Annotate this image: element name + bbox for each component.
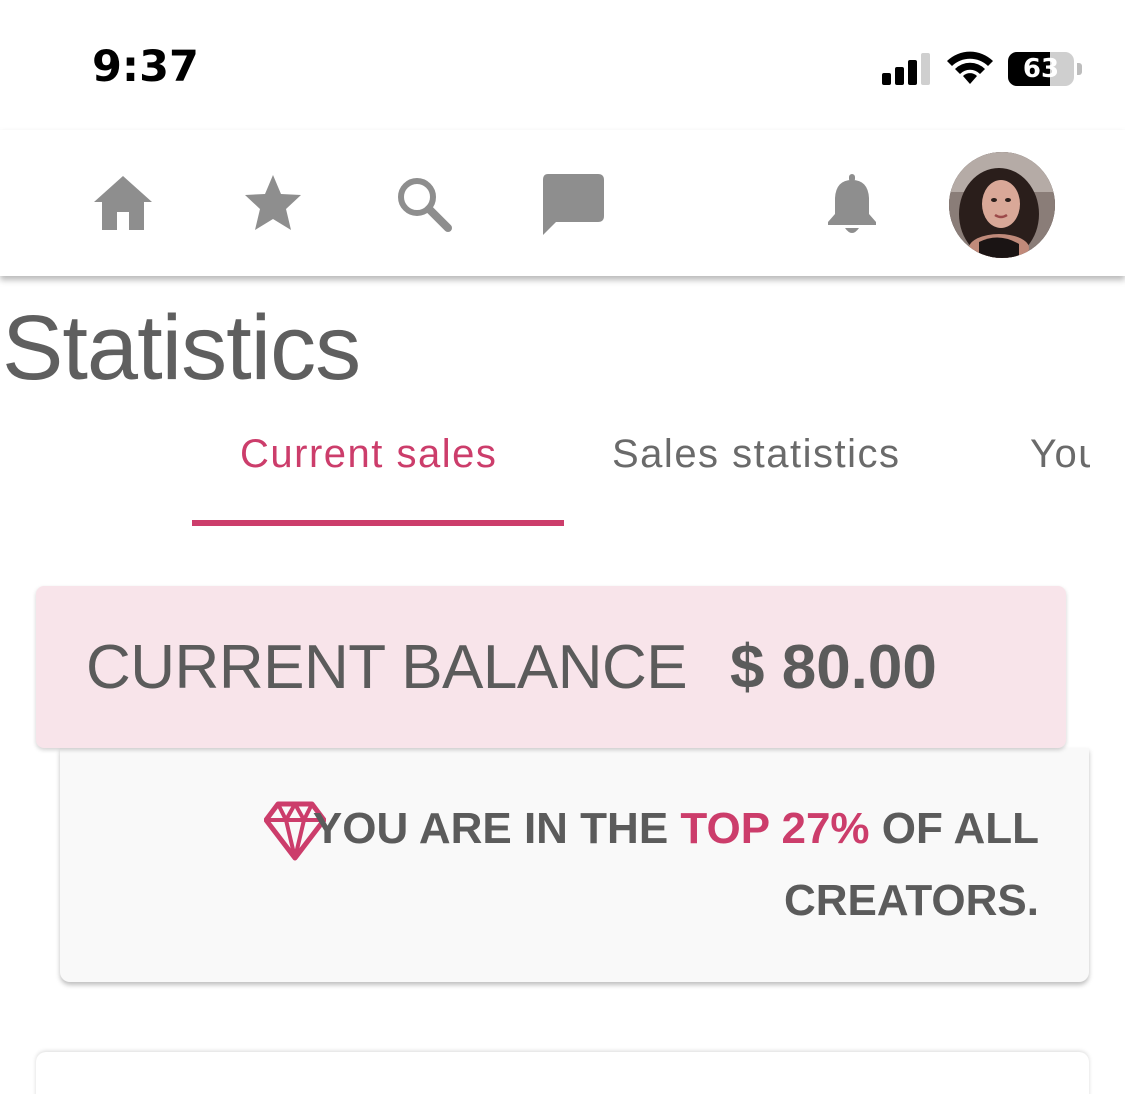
creator-rank-card: YOU ARE IN THE TOP 27% OF ALL CREATORS. <box>60 748 1089 982</box>
tab-bar: Current sales Sales statistics You <box>0 410 1090 530</box>
star-icon[interactable] <box>242 172 304 234</box>
home-icon[interactable] <box>92 174 154 232</box>
rank-percentile: TOP 27% <box>680 804 870 853</box>
rank-message-line2: CREATORS. <box>783 876 1039 925</box>
rank-suffix: OF ALL <box>869 804 1039 853</box>
tab-you[interactable]: You <box>1030 432 1090 477</box>
wifi-icon <box>947 51 993 84</box>
bell-icon[interactable] <box>826 174 878 236</box>
avatar-image <box>949 152 1055 258</box>
top-navigation-bar <box>0 130 1125 276</box>
battery-level: 63 <box>1022 54 1060 84</box>
status-time: 9:37 <box>92 42 199 92</box>
rank-message-line1: YOU ARE IN THE TOP 27% OF ALL <box>313 804 1039 854</box>
balance-amount: $ 80.00 <box>730 633 937 702</box>
page-title: Statistics <box>2 297 361 399</box>
tab-sales-statistics[interactable]: Sales statistics <box>612 432 901 477</box>
search-icon[interactable] <box>394 174 452 232</box>
tab-current-sales[interactable]: Current sales <box>240 432 497 477</box>
battery-icon: 63 <box>1008 52 1086 86</box>
chat-icon[interactable] <box>540 172 606 238</box>
balance-label: CURRENT BALANCE <box>86 633 688 702</box>
next-card <box>36 1052 1089 1094</box>
status-bar: 9:37 63 <box>0 0 1125 130</box>
statistics-screen: 9:37 63 Statistics Current sales Sales s… <box>0 0 1125 1094</box>
cellular-signal-icon <box>882 53 930 85</box>
rank-prefix: YOU ARE IN THE <box>312 804 681 853</box>
avatar[interactable] <box>949 152 1055 258</box>
active-tab-indicator <box>192 520 564 526</box>
current-balance-card: CURRENT BALANCE $ 80.00 <box>36 586 1066 748</box>
